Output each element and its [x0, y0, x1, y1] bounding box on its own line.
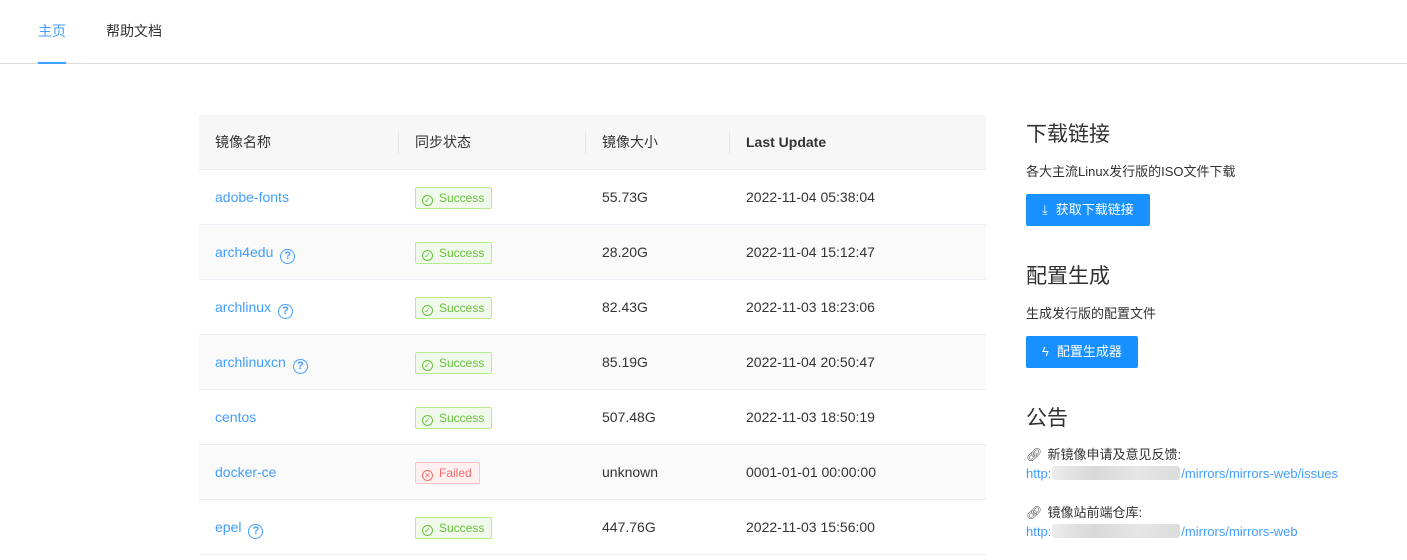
- mirror-size: 85.19G: [602, 354, 648, 370]
- repo-url-prefix: http:: [1026, 524, 1052, 539]
- question-circle-icon[interactable]: ?: [248, 524, 264, 539]
- link-icon: 🔗︎: [1026, 505, 1043, 520]
- mirror-name[interactable]: centos: [215, 390, 256, 445]
- feedback-url-suffix: /mirrors/mirrors-web/issues: [1181, 466, 1339, 481]
- repo-url-suffix: /mirrors/mirrors-web: [1181, 524, 1298, 539]
- mirror-size: 28.20G: [602, 244, 648, 260]
- question-circle-icon[interactable]: ?: [278, 304, 294, 319]
- repo-label: 🔗︎ 镜像站前端仓库:: [1026, 502, 1142, 521]
- feedback-label: 🔗︎ 新镜像申请及意见反馈:: [1026, 444, 1181, 463]
- download-icon: ⤓: [1042, 202, 1048, 217]
- table-row: arch4edu? ✓ Success 28.20G 2022-11-04 15:12:…: [199, 225, 986, 280]
- check-circle-icon: ✓: [422, 195, 433, 206]
- last-update: 0001-01-01 00:00:00: [746, 464, 876, 480]
- tab-help-docs[interactable]: 帮助文档: [106, 0, 162, 64]
- check-circle-icon: ✓: [422, 525, 433, 536]
- status-text: Success: [439, 246, 485, 260]
- table-header: 镜像名称 同步状态 镜像大小 Last Update: [199, 115, 986, 170]
- download-section-title: 下载链接: [1026, 123, 1110, 146]
- download-section-desc: 各大主流Linux发行版的ISO文件下载: [1026, 164, 1236, 179]
- get-download-links-label: 获取下载链接: [1055, 202, 1134, 217]
- lightning-icon: ϟ: [1042, 344, 1049, 359]
- redacted-host: [1052, 466, 1181, 480]
- status-badge: ✓ Success: [415, 297, 493, 319]
- status-text: Success: [439, 411, 485, 425]
- feedback-issues-link[interactable]: http: /mirrors/mirrors-web/issues: [1026, 466, 1338, 481]
- mirror-name[interactable]: docker-ce: [215, 445, 276, 500]
- status-badge: ✓ Success: [415, 352, 493, 374]
- mirror-name-text[interactable]: epel: [215, 519, 241, 535]
- last-update: 2022-11-03 18:50:19: [746, 409, 875, 425]
- mirror-name[interactable]: arch4edu?: [215, 225, 296, 280]
- mirror-size: 507.48G: [602, 409, 656, 425]
- table-row: centos ✓ Success 507.48G 2022-11-03 18:50:19: [199, 390, 986, 445]
- status-text: Success: [439, 521, 485, 535]
- last-update: 2022-11-04 05:38:04: [746, 189, 875, 205]
- get-download-links-button[interactable]: ⤓ 获取下载链接: [1026, 194, 1150, 226]
- status-text: Success: [439, 191, 485, 205]
- mirror-name[interactable]: archlinux?: [215, 280, 294, 335]
- last-update: 2022-11-04 15:12:47: [746, 244, 875, 260]
- feedback-url-prefix: http:: [1026, 466, 1052, 481]
- mirror-size: 82.43G: [602, 299, 648, 315]
- last-update: 2022-11-03 15:56:00: [746, 519, 875, 535]
- mirror-size: unknown: [602, 464, 659, 480]
- mirror-table: 镜像名称 同步状态 镜像大小 Last Update adobe-fonts ✓ S…: [199, 115, 986, 555]
- question-circle-icon[interactable]: ?: [280, 249, 296, 264]
- tab-home[interactable]: 主页: [38, 0, 66, 64]
- status-badge: ✓ Success: [415, 187, 493, 209]
- column-header-size: 镜像大小: [602, 134, 658, 150]
- mirror-name-text[interactable]: archlinux: [215, 299, 271, 315]
- mirror-name-text[interactable]: archlinuxcn: [215, 354, 286, 370]
- last-update: 2022-11-04 20:50:47: [746, 354, 875, 370]
- status-text: Success: [439, 356, 485, 370]
- check-circle-icon: ✓: [422, 415, 433, 426]
- table-row: archlinux? ✓ Success 82.43G 2022-11-03 18:23…: [199, 280, 986, 335]
- config-section-title: 配置生成: [1026, 265, 1110, 288]
- link-icon: 🔗︎: [1026, 447, 1043, 462]
- mirror-size: 447.76G: [602, 519, 656, 535]
- redacted-host: [1052, 524, 1181, 538]
- status-badge: ✓ Success: [415, 517, 493, 539]
- close-circle-icon: ✕: [422, 470, 433, 481]
- table-row: adobe-fonts ✓ Success 55.73G 2022-11-04 05:3…: [199, 170, 986, 225]
- status-text: Failed: [439, 466, 472, 480]
- check-circle-icon: ✓: [422, 360, 433, 371]
- column-divider: [398, 131, 399, 154]
- mirror-size: 55.73G: [602, 189, 648, 205]
- column-header-status: 同步状态: [415, 134, 471, 150]
- repo-label-text: 镜像站前端仓库:: [1047, 505, 1143, 520]
- config-section-desc: 生成发行版的配置文件: [1026, 306, 1157, 321]
- column-header-name: 镜像名称: [215, 134, 271, 150]
- table-row: archlinuxcn? ✓ Success 85.19G 2022-11-04 20:…: [199, 335, 986, 390]
- last-update: 2022-11-03 18:23:06: [746, 299, 875, 315]
- table-row: epel? ✓ Success 447.76G 2022-11-03 15:56:00: [199, 500, 986, 555]
- repo-link[interactable]: http: /mirrors/mirrors-web: [1026, 524, 1298, 539]
- mirror-name[interactable]: epel?: [215, 500, 264, 555]
- question-circle-icon[interactable]: ?: [292, 359, 308, 374]
- config-generator-button[interactable]: ϟ 配置生成器: [1026, 336, 1138, 368]
- mirror-name[interactable]: archlinuxcn?: [215, 335, 308, 390]
- config-generator-label: 配置生成器: [1056, 344, 1122, 359]
- column-divider: [729, 131, 730, 154]
- check-circle-icon: ✓: [422, 305, 433, 316]
- top-navigation: 主页 帮助文档: [0, 0, 1407, 64]
- mirror-name-text[interactable]: centos: [215, 409, 256, 425]
- notice-section-title: 公告: [1026, 407, 1068, 430]
- status-badge: ✓ Success: [415, 407, 493, 429]
- mirror-name-text[interactable]: docker-ce: [215, 464, 276, 480]
- status-badge: ✓ Success: [415, 242, 493, 264]
- status-badge: ✕ Failed: [415, 462, 480, 484]
- table-row: docker-ce ✕ Failed unknown 0001-01-01 00:00:…: [199, 445, 986, 500]
- mirror-name[interactable]: adobe-fonts: [215, 170, 289, 225]
- check-circle-icon: ✓: [422, 250, 433, 261]
- feedback-label-text: 新镜像申请及意见反馈:: [1047, 447, 1182, 462]
- mirror-name-text[interactable]: arch4edu: [215, 244, 273, 260]
- mirror-name-text[interactable]: adobe-fonts: [215, 189, 289, 205]
- column-header-last-update: Last Update: [746, 134, 827, 150]
- table-body: adobe-fonts ✓ Success 55.73G 2022-11-04 05:3…: [199, 170, 986, 555]
- status-text: Success: [439, 301, 485, 315]
- column-divider: [585, 131, 586, 154]
